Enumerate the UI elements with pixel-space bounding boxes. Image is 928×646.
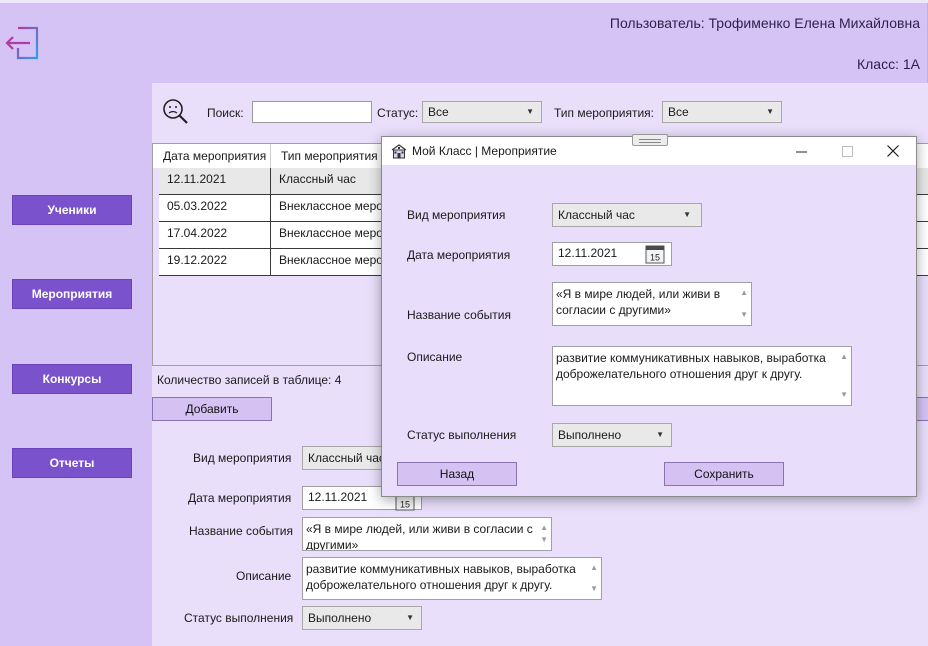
chevron-down-icon: ▼	[656, 430, 664, 440]
form-name-input[interactable]: «Я в мире людей, или живи в согласии с д…	[302, 517, 552, 551]
dialog-status-select[interactable]: Выполнено ▼	[552, 423, 672, 447]
user-label: Пользователь: Трофименко Елена Михайловн…	[609, 15, 920, 31]
drag-handle[interactable]	[632, 134, 668, 146]
search-label: Поиск:	[207, 106, 244, 120]
form-desc-input[interactable]: развитие коммуникативных навыков, вырабо…	[302, 557, 602, 600]
type-filter-value: Все	[668, 105, 689, 119]
dialog-desc-label: Описание	[407, 350, 463, 364]
school-icon	[391, 144, 407, 159]
minimize-icon[interactable]	[778, 137, 824, 165]
calendar-icon[interactable]: 15	[645, 244, 665, 264]
scroll-up-icon[interactable]: ▲	[840, 349, 848, 365]
add-button[interactable]: Добавить	[152, 397, 272, 421]
chevron-down-icon: ▼	[683, 210, 691, 220]
form-type-value: Классный час	[308, 451, 385, 465]
form-desc-value: развитие коммуникативных навыков, вырабо…	[306, 562, 576, 592]
chevron-down-icon: ▼	[766, 107, 774, 117]
form-date-label: Дата мероприятия	[188, 491, 292, 505]
scroll-down-icon[interactable]: ▼	[590, 581, 598, 597]
dialog-desc-input[interactable]: развитие коммуникативных навыков, вырабо…	[552, 346, 852, 406]
exit-icon[interactable]	[4, 24, 42, 62]
search-input[interactable]	[252, 101, 372, 123]
filter-bar: Поиск: Статус: Все ▼ Тип мероприятия: Вс…	[152, 98, 928, 128]
app-window: Пользователь: Трофименко Елена Михайловн…	[0, 0, 928, 646]
top-border	[0, 0, 928, 3]
dialog-type-select[interactable]: Классный час ▼	[552, 203, 702, 227]
back-button[interactable]: Назад	[397, 462, 517, 486]
close-icon[interactable]	[870, 137, 916, 165]
cell-date: 05.03.2022	[159, 195, 271, 222]
calendar-day: 15	[650, 253, 660, 263]
nav-contests-button[interactable]: Конкурсы	[12, 364, 132, 394]
scroll-down-icon[interactable]: ▼	[840, 387, 848, 403]
maximize-icon[interactable]	[824, 137, 870, 165]
search-face-icon	[163, 99, 188, 124]
dialog-status-value: Выполнено	[558, 428, 622, 442]
status-filter-value: Все	[428, 105, 449, 119]
nav-students-button[interactable]: Ученики	[12, 195, 132, 225]
dialog-type-value: Классный час	[558, 208, 635, 222]
form-desc-label: Описание	[236, 569, 292, 583]
column-header-date[interactable]: Дата мероприятия	[153, 144, 271, 168]
form-status-value: Выполнено	[308, 611, 372, 625]
type-filter-label: Тип мероприятия:	[554, 106, 655, 120]
cell-date: 19.12.2022	[159, 249, 271, 276]
dialog-name-value: «Я в мире людей, или живи в согласии с д…	[556, 287, 721, 317]
nav-events-button[interactable]: Мероприятия	[12, 279, 132, 309]
event-dialog: Мой Класс | Мероприятие Вид мероприятия …	[381, 134, 917, 497]
dialog-title: Мой Класс | Мероприятие	[412, 144, 557, 158]
form-name-value: «Я в мире людей, или живи в согласии с д…	[306, 522, 533, 551]
class-label: Класс: 1А	[856, 56, 920, 72]
save-button[interactable]: Сохранить	[664, 462, 784, 486]
dialog-name-label: Название события	[407, 308, 511, 322]
status-filter-label: Статус:	[377, 106, 419, 120]
form-status-label: Статус выполнения	[184, 611, 294, 625]
scroll-up-icon[interactable]: ▲	[590, 560, 598, 576]
status-filter-select[interactable]: Все ▼	[422, 101, 542, 123]
type-filter-select[interactable]: Все ▼	[662, 101, 782, 123]
form-type-label: Вид мероприятия	[193, 451, 292, 465]
chevron-down-icon: ▼	[406, 613, 414, 623]
cell-date: 12.11.2021	[159, 168, 271, 195]
dialog-date-label: Дата мероприятия	[407, 248, 511, 262]
dialog-type-label: Вид мероприятия	[407, 208, 506, 222]
record-count-label: Количество записей в таблице: 4	[157, 373, 342, 387]
chevron-down-icon: ▼	[526, 107, 534, 117]
form-name-label: Название события	[189, 524, 293, 538]
dialog-name-input[interactable]: «Я в мире людей, или живи в согласии с д…	[552, 282, 752, 326]
scroll-down-icon[interactable]: ▼	[540, 532, 548, 548]
dialog-status-label: Статус выполнения	[407, 428, 517, 442]
calendar-day: 15	[400, 500, 410, 510]
cell-date: 17.04.2022	[159, 222, 271, 249]
nav-reports-button[interactable]: Отчеты	[12, 448, 132, 478]
dialog-desc-value: развитие коммуникативных навыков, вырабо…	[556, 351, 826, 381]
form-status-select[interactable]: Выполнено ▼	[302, 606, 422, 630]
form-date-value: 12.11.2021	[308, 490, 368, 504]
scroll-down-icon[interactable]: ▼	[740, 307, 748, 323]
dialog-date-value: 12.11.2021	[558, 246, 618, 260]
scroll-up-icon[interactable]: ▲	[740, 285, 748, 301]
